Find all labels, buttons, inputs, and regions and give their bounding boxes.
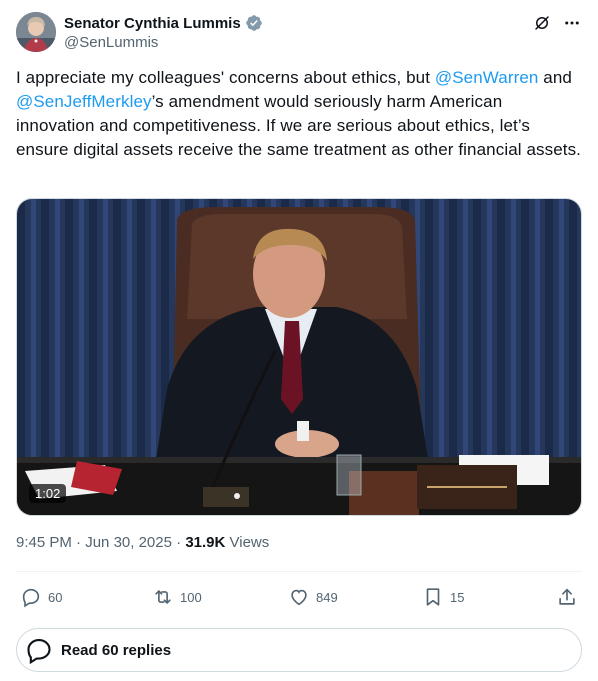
divider-top: [16, 571, 582, 572]
tweet-header: Senator Cynthia Lummis @SenLummis: [16, 12, 582, 56]
tweet-text-part: and: [538, 68, 572, 87]
share-button[interactable]: [556, 582, 578, 612]
mention-senwarren[interactable]: @SenWarren: [435, 68, 539, 87]
video-duration: 1:02: [29, 484, 67, 503]
reply-icon: [22, 588, 40, 608]
tweet-actions: 60 100 849 15: [16, 582, 582, 612]
read-replies-label: Read 60 replies: [61, 641, 172, 659]
bookmark-icon: [426, 588, 440, 606]
display-name-row: Senator Cynthia Lummis: [64, 13, 263, 33]
reply-bubble-icon: [27, 639, 51, 664]
meta-separator: ·: [76, 534, 86, 551]
author-handle[interactable]: @SenLummis: [64, 34, 263, 51]
views-label: Views: [229, 534, 270, 551]
reply-button[interactable]: 60: [20, 582, 62, 612]
share-icon: [559, 588, 575, 605]
author-avatar[interactable]: [16, 12, 56, 52]
video-frame: [17, 199, 581, 515]
repost-button[interactable]: 100: [152, 582, 202, 612]
tweet-text: I appreciate my colleagues' concerns abo…: [16, 66, 582, 162]
heart-icon: [291, 589, 307, 606]
verified-badge-icon[interactable]: [245, 14, 263, 32]
tweet-meta: 9:45 PM · Jun 30, 2025 · 31.9K Views: [16, 534, 269, 551]
tweet-text-part: I appreciate my colleagues' concerns abo…: [16, 68, 435, 87]
reply-count: 60: [48, 589, 63, 605]
like-button[interactable]: 849: [288, 582, 338, 612]
bookmark-count: 15: [450, 589, 465, 605]
read-replies-button[interactable]: Read 60 replies: [16, 628, 582, 672]
bookmark-button[interactable]: 15: [422, 582, 464, 612]
author-names: Senator Cynthia Lummis @SenLummis: [64, 13, 263, 51]
meta-separator: ·: [176, 534, 186, 551]
author-display-name[interactable]: Senator Cynthia Lummis: [64, 15, 241, 32]
grok-icon[interactable]: [532, 13, 552, 33]
more-options-icon[interactable]: [562, 13, 582, 33]
repost-count: 100: [180, 589, 202, 605]
views-count: 31.9K: [185, 534, 226, 551]
header-actions: [532, 12, 582, 34]
like-count: 849: [316, 589, 338, 605]
tweet-date[interactable]: Jun 30, 2025: [85, 534, 172, 551]
mention-senjeffmerkley[interactable]: @SenJeffMerkley: [16, 92, 152, 111]
repost-icon: [155, 590, 171, 604]
video-player[interactable]: 1:02: [16, 198, 582, 516]
tweet-time[interactable]: 9:45 PM: [16, 534, 72, 551]
